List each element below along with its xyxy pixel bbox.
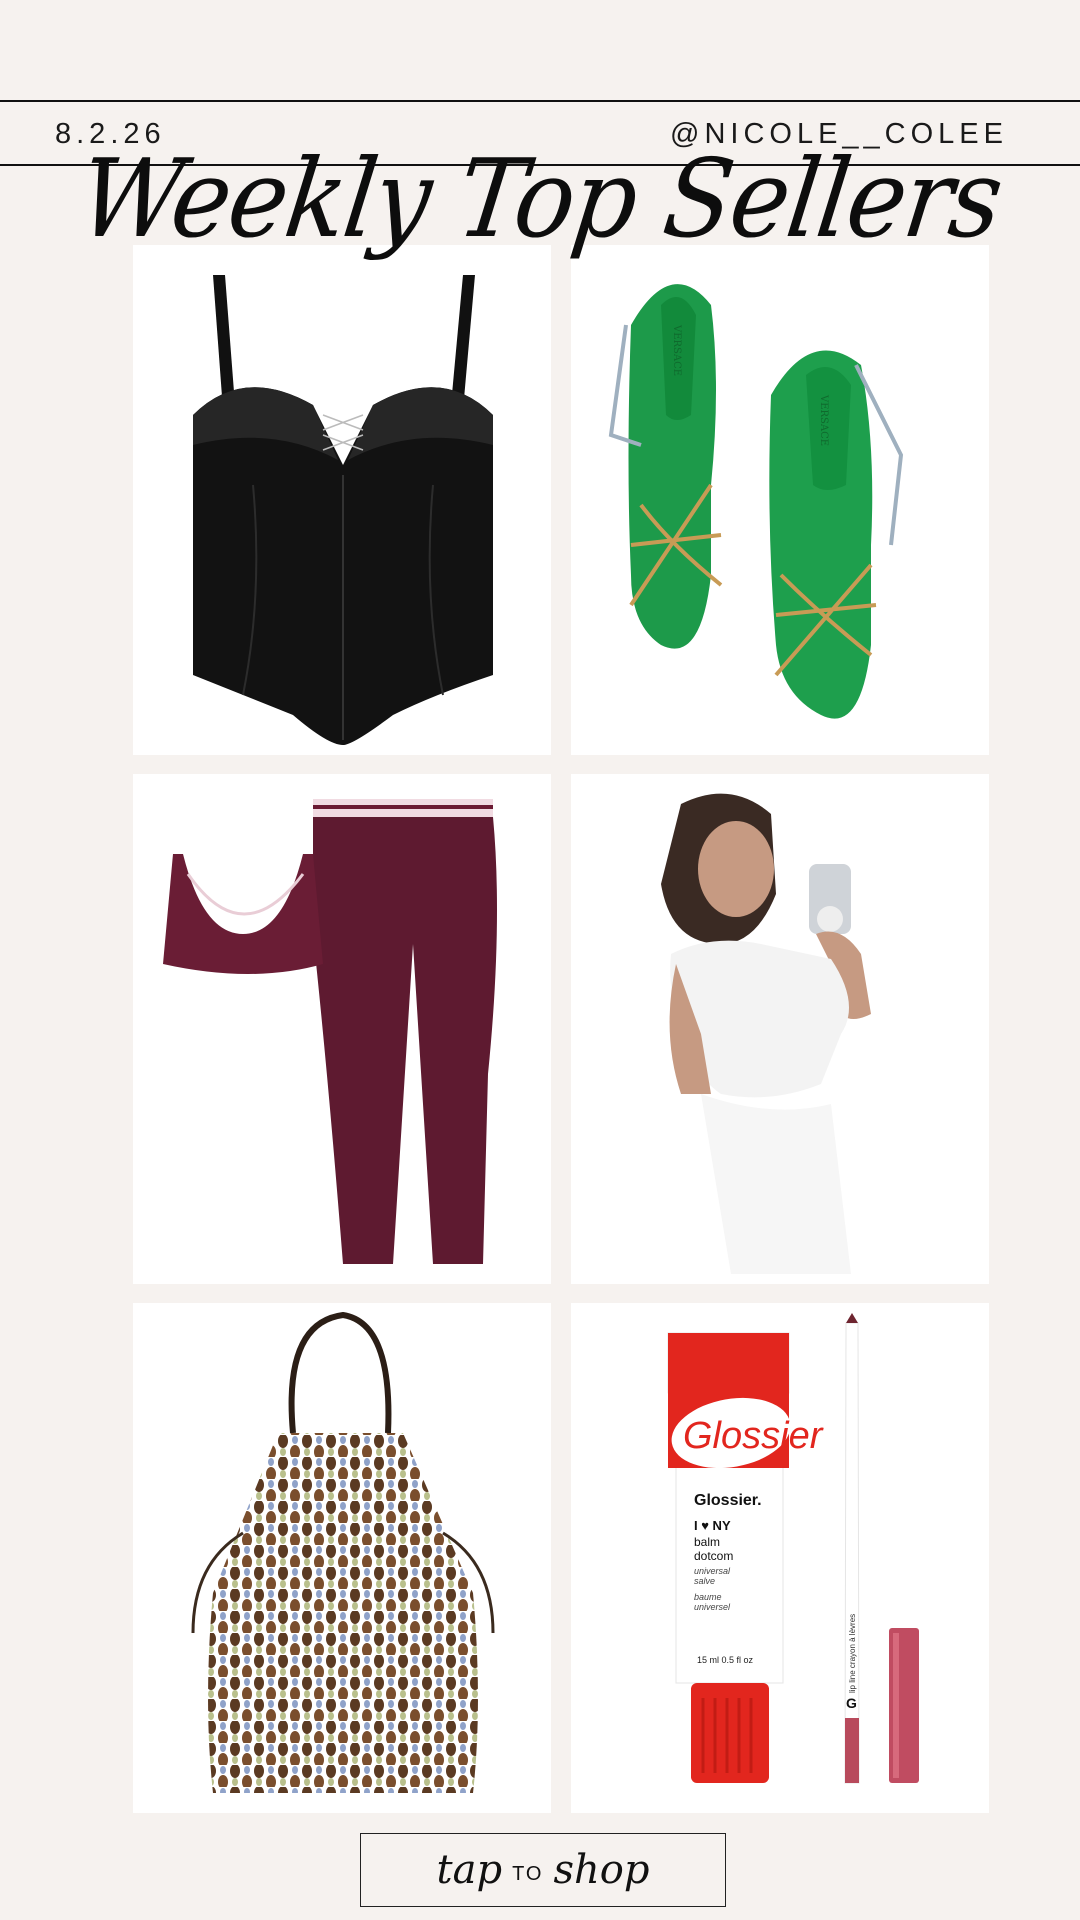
product-tile-bag[interactable] [133,1303,551,1813]
product-tile-beauty[interactable]: Glossier Glossier. I ♥ NY balm dotcom un… [571,1303,989,1813]
tap-to-shop-button[interactable]: tap TO shop [360,1833,726,1907]
bag-image [191,1311,495,1793]
tube-logo: Glossier [683,1415,824,1457]
heels-image: VERSACE VERSACE [608,284,904,719]
heel-brand-left: VERSACE [671,324,682,376]
corset-image [193,275,493,745]
beauty-image: Glossier Glossier. I ♥ NY balm dotcom un… [667,1313,919,1784]
tube-brand: Glossier. [694,1492,762,1509]
selfie-image [661,793,871,1274]
product-tile-corset[interactable] [133,245,551,755]
page-title: Weekly Top Sellers [72,137,1008,262]
heel-brand-right: VERSACE [818,394,829,446]
cta-word-shop: shop [553,1847,650,1893]
product-tile-selfie[interactable] [571,774,989,1284]
tube-size: 15 ml 0.5 fl oz [697,1655,754,1665]
cta-word-to: TO [512,1862,544,1885]
tube-line1: I ♥ NY [694,1518,731,1533]
pencil-text: lip line crayon à lèvres [848,1614,857,1693]
tube-line7: universel [694,1602,731,1612]
svg-text:G: G [846,1695,857,1711]
product-tile-heels[interactable]: VERSACE VERSACE [571,245,989,755]
tube-line4: universal [694,1566,731,1576]
tube-line2: balm [694,1535,720,1549]
tube-line3: dotcom [694,1549,733,1563]
product-tile-activewear[interactable] [133,774,551,1284]
lookbook-page: 8.2.26 @NICOLE__COLEE Weekly Top Sellers… [0,0,1080,1920]
tube-line5: salve [694,1576,715,1586]
activewear-image [163,799,497,1264]
cta-word-tap: tap [436,1847,503,1893]
tube-line6: baume [694,1592,722,1602]
